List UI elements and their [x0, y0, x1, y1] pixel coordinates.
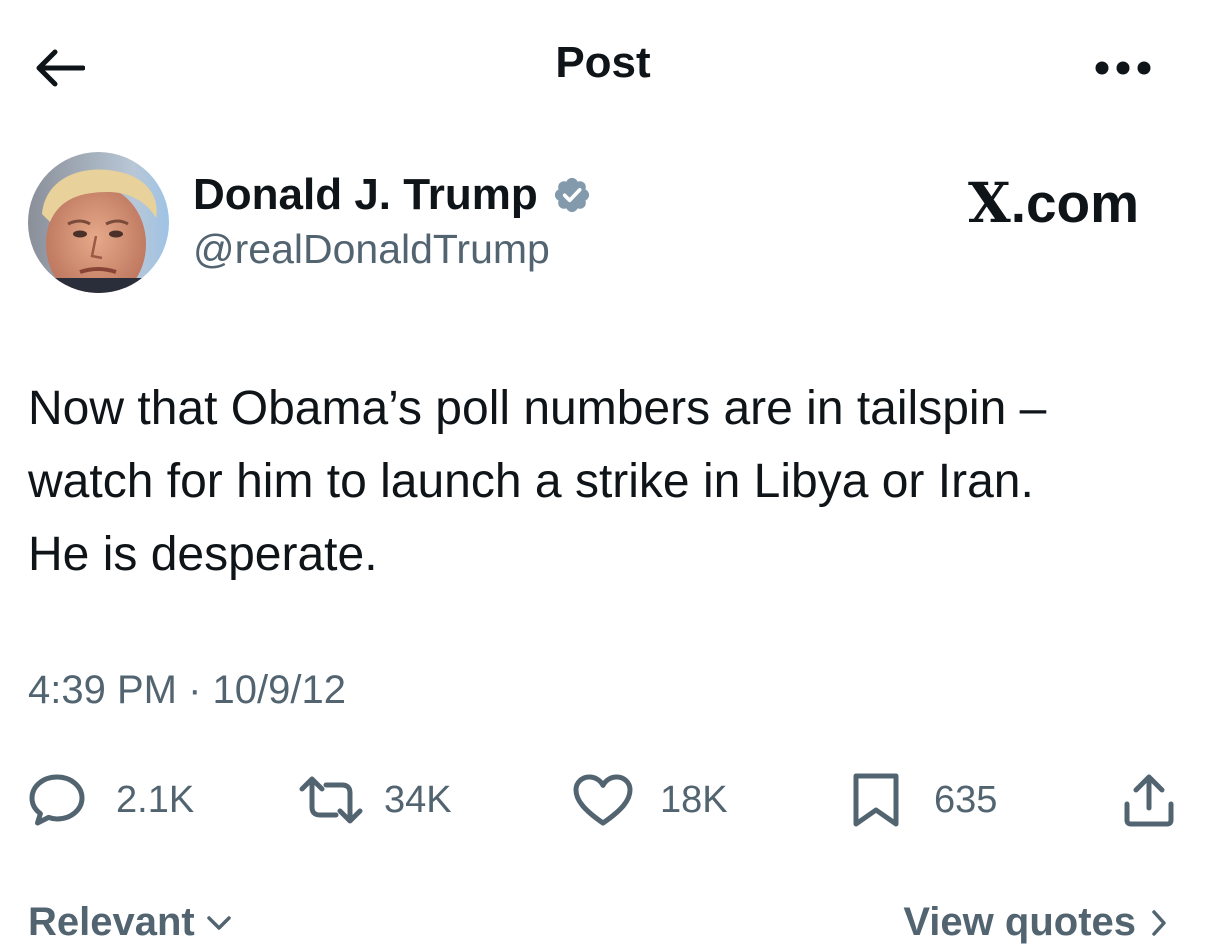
x-com-watermark: X .com [968, 170, 1139, 235]
reply-count: 2.1K [116, 778, 195, 821]
page-title: Post [555, 38, 651, 87]
author-name[interactable]: Donald J. Trump [193, 170, 538, 220]
repost-button[interactable]: 34K [298, 772, 452, 828]
sort-label: Relevant [28, 900, 195, 944]
bookmark-icon [853, 773, 899, 827]
sort-relevant-dropdown[interactable]: Relevant [28, 900, 233, 945]
back-button[interactable] [28, 40, 90, 96]
reply-button[interactable]: 2.1K [28, 772, 194, 828]
more-options-button[interactable] [1084, 46, 1162, 90]
author-handle[interactable]: @realDonaldTrump [193, 226, 550, 273]
share-button[interactable] [1122, 772, 1176, 828]
chevron-right-icon [1152, 909, 1166, 936]
post-timestamp[interactable]: 4:39 PM · 10/9/12 [28, 668, 346, 713]
verified-badge-icon [554, 177, 589, 213]
repost-count: 34K [384, 778, 452, 821]
watermark-suffix: .com [1010, 172, 1140, 234]
post-text: Now that Obama’s poll numbers are in tai… [28, 382, 1047, 581]
view-quotes-link[interactable]: View quotes [903, 900, 1168, 945]
view-quotes-label: View quotes [903, 900, 1136, 944]
bookmark-button[interactable]: 635 [850, 772, 997, 828]
author-name-row[interactable]: Donald J. Trump [193, 168, 592, 222]
share-icon [1124, 774, 1174, 827]
like-button[interactable]: 18K [572, 772, 728, 828]
repost-icon [299, 776, 363, 824]
bookmark-count: 635 [934, 778, 998, 821]
chevron-down-icon [207, 915, 231, 930]
avatar[interactable] [28, 152, 169, 293]
more-horizontal-icon [1095, 61, 1151, 75]
heart-icon [573, 774, 633, 826]
like-count: 18K [660, 778, 728, 821]
arrow-left-icon [36, 49, 85, 87]
x-logo-letter: X [968, 170, 1011, 235]
reply-icon [29, 774, 85, 826]
